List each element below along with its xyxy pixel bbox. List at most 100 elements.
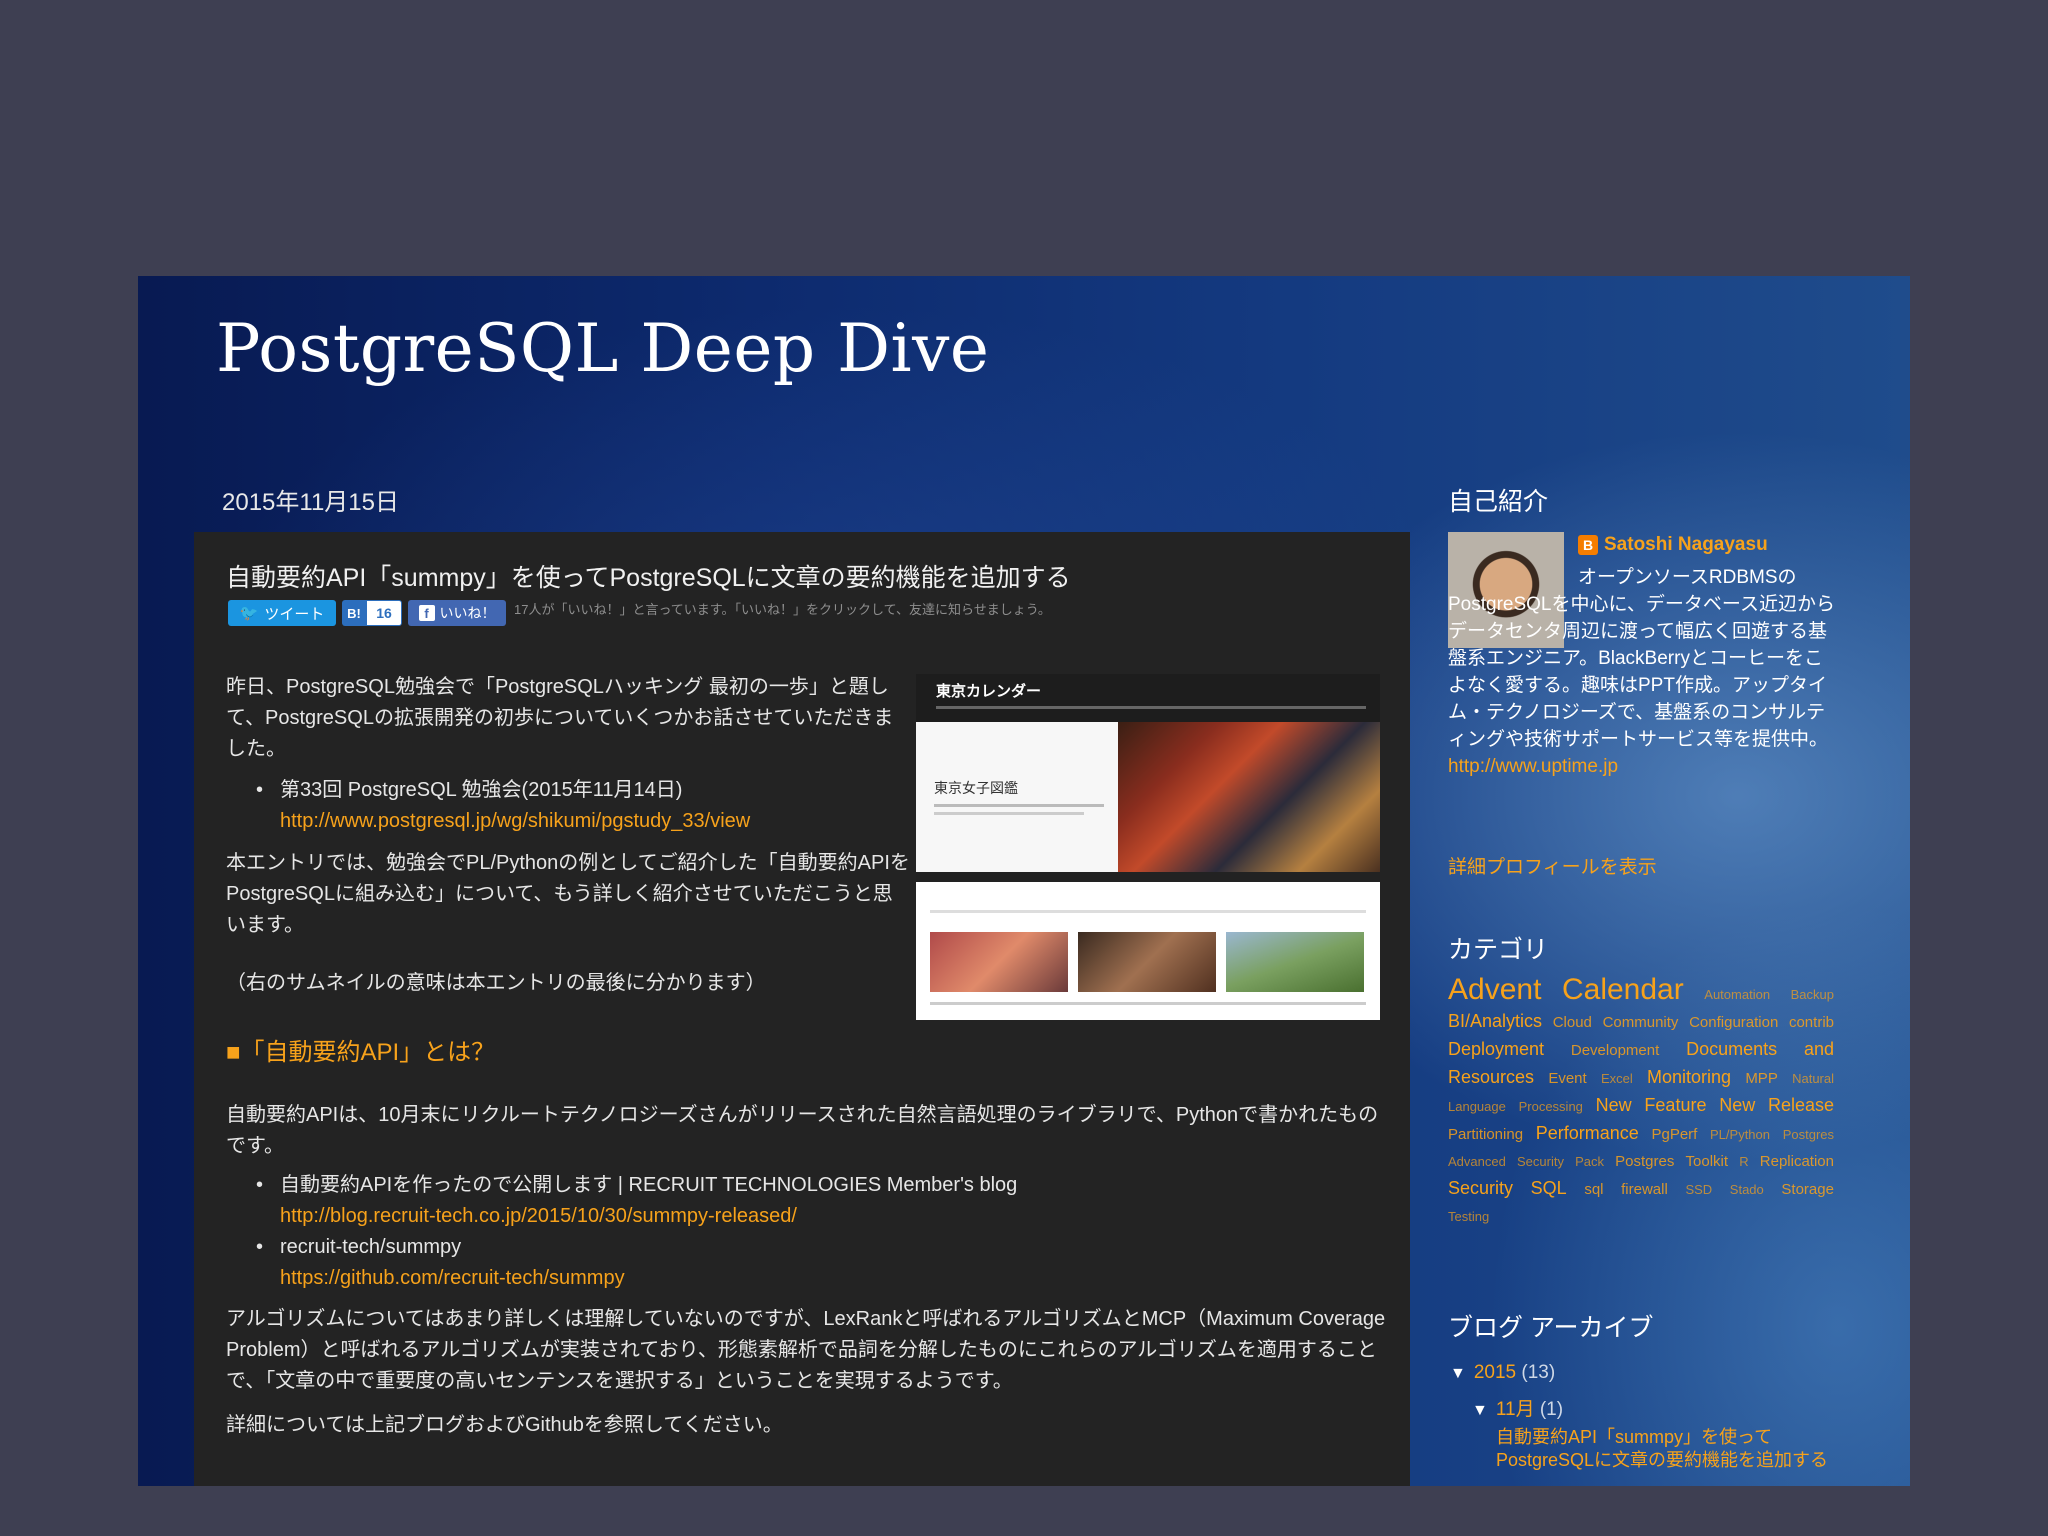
category-tag[interactable]: BI/Analytics <box>1448 1011 1542 1031</box>
category-tag[interactable]: Postgres <box>1615 1153 1674 1170</box>
category-tag[interactable]: Security <box>1517 1154 1564 1169</box>
category-tag[interactable]: Postgres <box>1783 1127 1834 1142</box>
post-title[interactable]: 自動要約API「summpy」を使ってPostgreSQLに文章の要約機能を追加… <box>226 558 1386 594</box>
category-tag[interactable]: firewall <box>1621 1181 1668 1198</box>
category-cloud: Advent Calendar Automation Backup BI/Ana… <box>1448 973 1840 1230</box>
category-tag[interactable]: Documents <box>1686 1039 1777 1059</box>
triangle-down-icon[interactable]: ▼ <box>1450 1365 1466 1382</box>
category-tag[interactable]: contrib <box>1789 1014 1834 1031</box>
category-tag[interactable]: Stado <box>1730 1182 1764 1197</box>
category-tag[interactable]: Pack <box>1575 1154 1604 1169</box>
category-tag[interactable]: Replication <box>1760 1153 1834 1170</box>
github-link[interactable]: https://github.com/recruit-tech/summpy <box>280 1263 1386 1294</box>
about-heading: 自己紹介 <box>1448 488 1549 516</box>
share-bar: 🐦 ツイート B! 16 f いいね！ 17人が「いいね！」と言っています。「い… <box>228 600 1054 630</box>
category-tag[interactable]: Partitioning <box>1448 1126 1523 1143</box>
profile-text: オープンソースRDBMSのPostgreSQLを中心に、データベース近辺からデー… <box>1448 567 1835 750</box>
thumbnail-title: 東京カレンダー <box>936 683 1042 700</box>
category-tag[interactable]: SQL <box>1531 1178 1567 1198</box>
like-note: 17人が「いいね！」と言っています。「いいね！」をクリックして、友達に知らせまし… <box>514 602 1051 617</box>
category-tag[interactable]: Cloud <box>1553 1014 1592 1031</box>
post-paragraph: 自動要約APIは、10月末にリクルートテクノロジーズさんがリリースされた自然言語… <box>226 1104 1379 1157</box>
category-tag[interactable]: Security <box>1448 1178 1513 1198</box>
category-tag[interactable]: R <box>1739 1154 1748 1169</box>
post-date: 2015年11月15日 <box>222 489 399 516</box>
archive-heading: ブログ アーカイブ <box>1448 1314 1654 1342</box>
blog-title[interactable]: PostgreSQL Deep Dive <box>216 310 989 387</box>
post-body: 自動要約API「summpy」を使ってPostgreSQLに文章の要約機能を追加… <box>194 532 1410 1486</box>
thumbnail-card-photo <box>930 932 1068 992</box>
category-tag[interactable]: Excel <box>1601 1071 1633 1086</box>
tweet-label: ツイート <box>264 605 325 623</box>
thumbnail-subtitle: 東京女子図鑑 <box>934 781 1018 797</box>
category-tag[interactable]: Community <box>1603 1014 1679 1031</box>
category-tag[interactable]: New <box>1596 1095 1632 1115</box>
post-paragraph: （右のサムネイルの意味は本エントリの最後に分かります） <box>226 972 766 994</box>
category-tag[interactable]: Processing <box>1519 1099 1583 1114</box>
list-item: 自動要約APIを作ったので公開します | RECRUIT TECHNOLOGIE… <box>226 1170 1386 1232</box>
recruit-blog-link[interactable]: http://blog.recruit-tech.co.jp/2015/10/3… <box>280 1201 1386 1232</box>
blogger-icon: B <box>1578 535 1598 555</box>
thumbnail-card-photo <box>1078 932 1216 992</box>
triangle-down-icon[interactable]: ▼ <box>1472 1402 1488 1419</box>
category-tag[interactable]: Backup <box>1791 987 1834 1002</box>
thumbnail-line <box>930 910 1366 913</box>
thumbnail-line <box>934 812 1084 815</box>
profile-name-link[interactable]: B Satoshi Nagayasu <box>1578 534 1768 556</box>
category-tag[interactable]: MPP <box>1745 1070 1778 1087</box>
category-tag[interactable]: PL/Python <box>1710 1127 1770 1142</box>
category-tag[interactable]: Release <box>1768 1095 1834 1115</box>
tweet-button[interactable]: 🐦 ツイート <box>228 600 336 626</box>
post-paragraph: 詳細については上記ブログおよびGithubを参照してください。 <box>226 1414 783 1436</box>
facebook-icon: f <box>418 605 435 621</box>
thumbnail-hero-photo <box>1118 722 1380 872</box>
thumbnail-line <box>930 1002 1366 1005</box>
category-tag[interactable]: Storage <box>1781 1181 1834 1198</box>
category-tag[interactable]: Calendar <box>1562 973 1684 1006</box>
category-tag[interactable]: Configuration <box>1689 1014 1778 1031</box>
post-paragraph: アルゴリズムについてはあまり詳しくは理解していないのですが、LexRankと呼ば… <box>226 1308 1386 1392</box>
category-tag[interactable]: Resources <box>1448 1067 1534 1087</box>
category-tag[interactable]: sql <box>1584 1181 1603 1198</box>
view-profile-link[interactable]: 詳細プロフィールを表示 <box>1448 852 1657 879</box>
archive-year[interactable]: ▼ 2015 (13) <box>1450 1362 1842 1384</box>
category-tag[interactable]: Advent <box>1448 973 1541 1006</box>
thumbnail-line <box>934 804 1104 807</box>
hatena-bookmark-button[interactable]: B! 16 <box>342 600 402 626</box>
thumbnail-strip <box>916 872 1380 882</box>
category-heading: カテゴリ <box>1448 936 1549 964</box>
archive-month-count: (1) <box>1539 1399 1564 1420</box>
category-tag[interactable]: New <box>1719 1095 1755 1115</box>
category-tag[interactable]: Testing <box>1448 1209 1489 1224</box>
list-item-text: 第33回 PostgreSQL 勉強会(2015年11月14日) <box>280 779 683 801</box>
hatena-icon: B! <box>342 600 366 626</box>
category-tag[interactable]: Event <box>1548 1070 1586 1087</box>
thumbnail-image[interactable]: 東京カレンダー 東京女子図鑑 <box>916 674 1380 1020</box>
category-tag[interactable]: and <box>1804 1039 1834 1059</box>
list-item: recruit-tech/summpy https://github.com/r… <box>226 1232 1386 1294</box>
archive-month[interactable]: ▼ 11月 (1) <box>1472 1394 1864 1421</box>
reference-list: 自動要約APIを作ったので公開します | RECRUIT TECHNOLOGIE… <box>226 1170 1386 1294</box>
category-tag[interactable]: Automation <box>1704 987 1770 1002</box>
category-tag[interactable]: Development <box>1571 1042 1659 1059</box>
category-tag[interactable]: Feature <box>1644 1095 1706 1115</box>
category-tag[interactable]: Performance <box>1536 1123 1639 1143</box>
archive-month-label: 11月 <box>1495 1399 1535 1420</box>
category-tag[interactable]: Deployment <box>1448 1039 1544 1059</box>
hatena-count: 16 <box>366 600 402 626</box>
category-tag[interactable]: PgPerf <box>1651 1126 1697 1143</box>
uptime-link[interactable]: http://www.uptime.jp <box>1448 756 1618 777</box>
category-tag[interactable]: Natural <box>1792 1071 1834 1086</box>
profile-name: Satoshi Nagayasu <box>1604 534 1768 555</box>
category-tag[interactable]: Language <box>1448 1099 1506 1114</box>
category-tag[interactable]: Monitoring <box>1647 1067 1731 1087</box>
thumbnail-hero-text: 東京女子図鑑 <box>916 722 1118 872</box>
archive-post-link[interactable]: 自動要約API「summpy」を使ってPostgreSQLに文章の要約機能を追加… <box>1496 1426 1836 1472</box>
thumbnail-header: 東京カレンダー <box>916 674 1380 722</box>
category-tag[interactable]: Toolkit <box>1686 1153 1729 1170</box>
facebook-like-button[interactable]: f いいね！ <box>408 600 506 626</box>
post-paragraph: 本エントリでは、勉強会でPL/Pythonの例としてご紹介した「自動要約APIを… <box>226 852 910 936</box>
category-tag[interactable]: Advanced <box>1448 1154 1506 1169</box>
list-item-text: 自動要約APIを作ったので公開します | RECRUIT TECHNOLOGIE… <box>280 1174 1018 1196</box>
category-tag[interactable]: SSD <box>1685 1182 1712 1197</box>
